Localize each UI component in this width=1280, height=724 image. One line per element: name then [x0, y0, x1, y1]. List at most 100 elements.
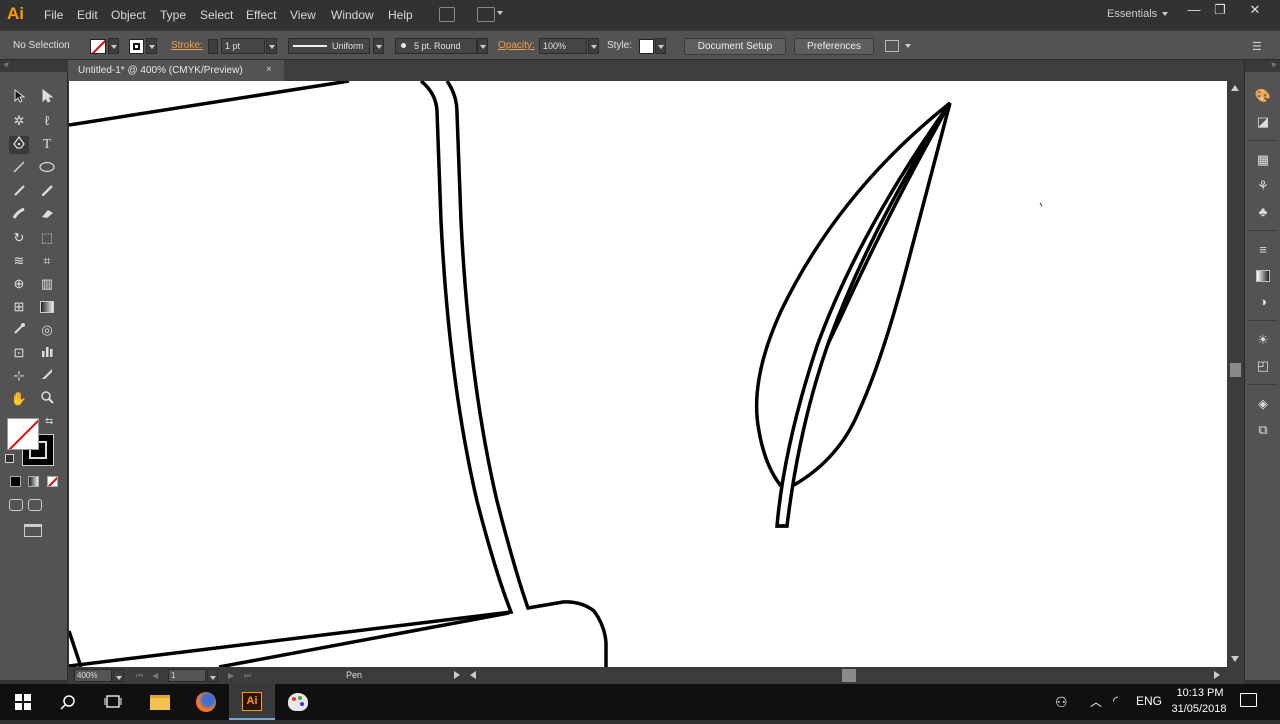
screen-mode-icon[interactable]: [24, 524, 42, 537]
stroke-panel-icon[interactable]: ≡: [1254, 242, 1272, 258]
slice-tool-icon[interactable]: [37, 367, 57, 385]
artboard-tool-icon[interactable]: ⊹: [9, 367, 29, 385]
color-panel-icon[interactable]: 🎨: [1254, 88, 1272, 104]
scale-tool-icon[interactable]: ⬚: [37, 229, 57, 247]
close-button[interactable]: ✕: [1243, 2, 1267, 18]
workspace-switcher[interactable]: Essentials: [1107, 8, 1157, 20]
symbols-panel-icon[interactable]: ♣: [1254, 204, 1272, 220]
people-icon[interactable]: ⚇: [1055, 694, 1068, 711]
graphic-style-dropdown[interactable]: [655, 38, 666, 54]
stroke-swatch[interactable]: [129, 39, 144, 54]
blend-tool-icon[interactable]: ◎: [37, 321, 57, 339]
document-tab-close-icon[interactable]: ×: [266, 64, 272, 75]
arrange-documents-icon[interactable]: [477, 7, 495, 22]
opacity-dropdown[interactable]: [588, 38, 599, 54]
menu-file[interactable]: File: [44, 8, 63, 22]
preferences-button[interactable]: Preferences: [794, 38, 874, 55]
menu-object[interactable]: Object: [111, 8, 146, 22]
shape-builder-tool-icon[interactable]: ⊕: [9, 275, 29, 293]
status-menu-icon[interactable]: [454, 671, 460, 679]
stroke-weight-field[interactable]: 1 pt: [221, 38, 265, 54]
perspective-grid-tool-icon[interactable]: ▥: [37, 275, 57, 293]
symbol-sprayer-tool-icon[interactable]: ⊡: [9, 344, 29, 362]
task-view-icon[interactable]: [90, 684, 136, 720]
magic-wand-tool-icon[interactable]: ✲: [9, 112, 29, 130]
select-similar-icon[interactable]: [885, 40, 899, 52]
artboard-dropdown[interactable]: [207, 669, 218, 682]
vertical-scrollbar[interactable]: [1227, 81, 1244, 667]
scroll-left-icon[interactable]: [470, 671, 476, 679]
first-artboard-icon[interactable]: ⏮: [136, 671, 143, 681]
graphic-style-swatch[interactable]: [639, 39, 654, 54]
menu-type[interactable]: Type: [160, 8, 186, 22]
clock-time[interactable]: 10:13 PM: [1172, 687, 1228, 699]
brush-dropdown[interactable]: [477, 38, 488, 54]
warp-tool-icon[interactable]: ≋: [9, 252, 29, 270]
none-mode-icon[interactable]: [47, 476, 58, 487]
artboard-canvas[interactable]: [69, 81, 1227, 667]
show-hidden-icons-chevron-icon[interactable]: ︿: [1090, 693, 1102, 710]
draw-behind-icon[interactable]: [28, 499, 42, 511]
variable-width-profile[interactable]: Uniform: [288, 38, 370, 54]
artboards-panel-icon[interactable]: ⧉: [1254, 422, 1272, 438]
opacity-field[interactable]: 100%: [539, 38, 587, 54]
brush-definition[interactable]: 5 pt. Round: [395, 38, 477, 54]
swatches-panel-icon[interactable]: ▦: [1254, 152, 1272, 168]
stroke-weight-dropdown[interactable]: [266, 38, 277, 54]
zoom-level-field[interactable]: 400%: [74, 669, 112, 682]
document-setup-button[interactable]: Document Setup: [684, 38, 786, 55]
swap-fill-stroke-icon[interactable]: ⇆: [45, 416, 53, 427]
gradient-mode-icon[interactable]: [28, 476, 39, 487]
zoom-dropdown[interactable]: [113, 669, 124, 682]
appearance-panel-icon[interactable]: ☀: [1254, 332, 1272, 348]
horizontal-scroll-thumb[interactable]: [842, 669, 856, 682]
color-guide-panel-icon[interactable]: ◪: [1254, 114, 1272, 130]
blob-brush-tool-icon[interactable]: [9, 206, 29, 224]
ellipse-tool-icon[interactable]: [37, 160, 57, 178]
stroke-dropdown[interactable]: [146, 38, 157, 54]
search-icon[interactable]: [45, 684, 91, 720]
gradient-tool-icon[interactable]: [37, 298, 57, 316]
zoom-tool-icon[interactable]: [37, 390, 57, 408]
stroke-label[interactable]: Stroke:: [171, 40, 203, 51]
previous-artboard-icon[interactable]: ◀: [152, 671, 158, 680]
lasso-tool-icon[interactable]: ℓ: [37, 112, 57, 130]
gradient-panel-icon[interactable]: [1254, 268, 1272, 284]
paint-icon[interactable]: [275, 684, 321, 720]
menu-view[interactable]: View: [290, 8, 316, 22]
menu-select[interactable]: Select: [200, 8, 233, 22]
stroke-weight-stepper[interactable]: [208, 39, 218, 54]
illustrator-taskbar-icon[interactable]: Ai: [229, 684, 275, 720]
firefox-icon[interactable]: [183, 684, 229, 720]
free-transform-tool-icon[interactable]: ⌗: [37, 252, 57, 270]
scroll-right-icon[interactable]: [1214, 671, 1220, 679]
menu-window[interactable]: Window: [331, 8, 374, 22]
eyedropper-tool-icon[interactable]: [9, 321, 29, 339]
tools-panel-header[interactable]: «: [0, 59, 68, 72]
document-tab[interactable]: Untitled-1* @ 400% (CMYK/Preview) ×: [68, 60, 284, 81]
graphic-styles-panel-icon[interactable]: ◰: [1254, 358, 1272, 374]
color-mode-icon[interactable]: [10, 476, 21, 487]
artboard-number-field[interactable]: 1: [168, 669, 206, 682]
dock-header[interactable]: »: [1245, 59, 1280, 72]
rotate-tool-icon[interactable]: ↻: [9, 229, 29, 247]
column-graph-tool-icon[interactable]: [37, 344, 57, 362]
last-artboard-icon[interactable]: ⏭: [244, 671, 251, 681]
select-similar-chevron-icon[interactable]: [905, 44, 911, 48]
default-fill-stroke-icon[interactable]: [5, 454, 14, 463]
pencil-tool-icon[interactable]: [37, 183, 57, 201]
arrange-documents-chevron-icon[interactable]: [497, 11, 503, 15]
draw-normal-icon[interactable]: [9, 499, 23, 511]
panel-menu-icon[interactable]: ☰: [1252, 40, 1262, 53]
fill-dropdown[interactable]: [108, 38, 119, 54]
eraser-tool-icon[interactable]: [37, 206, 57, 224]
vertical-scroll-thumb[interactable]: [1230, 363, 1241, 377]
start-button[interactable]: [0, 684, 46, 720]
file-explorer-icon[interactable]: [137, 684, 183, 720]
clock-date[interactable]: 31/05/2018: [1168, 703, 1230, 715]
paintbrush-tool-icon[interactable]: [9, 183, 29, 201]
mesh-tool-icon[interactable]: ⊞: [9, 298, 29, 316]
opacity-label[interactable]: Opacity:: [498, 40, 535, 51]
minimize-button[interactable]: —: [1182, 2, 1206, 18]
wifi-icon[interactable]: ◜: [1113, 693, 1118, 709]
